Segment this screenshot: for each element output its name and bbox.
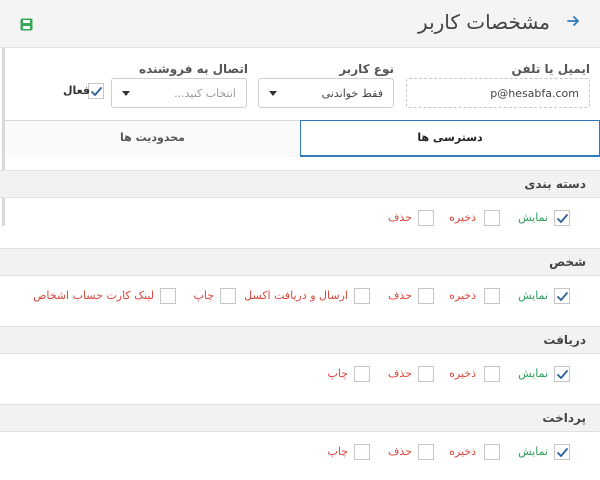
- permission-label: چاپ: [327, 367, 348, 380]
- active-label: فعال: [63, 84, 91, 97]
- permission-label: ذخیره: [449, 445, 476, 458]
- receipt-save-checkbox[interactable]: [484, 366, 500, 382]
- arrow-right-icon[interactable]: [564, 14, 582, 32]
- section-title: دریافت: [543, 333, 586, 347]
- permission-label: چاپ: [193, 289, 214, 302]
- email-field[interactable]: p@hesabfa.com: [406, 78, 590, 108]
- payment-save-checkbox[interactable]: [484, 444, 500, 460]
- receipt-view-checkbox[interactable]: [554, 366, 570, 382]
- check-icon: [91, 87, 102, 96]
- permission-label: حذف: [388, 367, 412, 380]
- permission-label: حذف: [388, 211, 412, 224]
- permission-label: ذخیره: [449, 367, 476, 380]
- permission-label: ارسال و دریافت اکسل: [244, 289, 348, 302]
- page-title: مشخصات کاربر: [418, 10, 550, 34]
- active-checkbox[interactable]: [88, 83, 104, 99]
- chevron-down-icon: [269, 91, 277, 96]
- email-label: ایمیل یا تلفن: [511, 62, 590, 76]
- receipt-print-checkbox[interactable]: [354, 366, 370, 382]
- page-header: مشخصات کاربر: [0, 0, 600, 48]
- permission-label: نمایش: [518, 289, 548, 302]
- category-delete-checkbox[interactable]: [418, 210, 434, 226]
- check-icon: [557, 214, 568, 223]
- person-view-checkbox[interactable]: [554, 288, 570, 304]
- tab-access[interactable]: دسترسی ها: [300, 120, 600, 157]
- payment-print-checkbox[interactable]: [354, 444, 370, 460]
- person-card-link-checkbox[interactable]: [160, 288, 176, 304]
- section-header-category: دسته بندی: [0, 170, 600, 198]
- permission-label: نمایش: [518, 367, 548, 380]
- section-title: شخص: [549, 255, 586, 269]
- check-icon: [557, 448, 568, 457]
- payment-view-checkbox[interactable]: [554, 444, 570, 460]
- permission-label: نمایش: [518, 211, 548, 224]
- tab-bar: دسترسی ها محدودیت ها: [5, 120, 600, 157]
- permission-label: نمایش: [518, 445, 548, 458]
- category-save-checkbox[interactable]: [484, 210, 500, 226]
- section-header-person: شخص: [0, 248, 600, 276]
- section-title: دسته بندی: [524, 177, 586, 191]
- user-type-select[interactable]: فقط خواندنی: [258, 78, 394, 108]
- payment-delete-checkbox[interactable]: [418, 444, 434, 460]
- seller-select[interactable]: انتخاب کنید...: [111, 78, 247, 108]
- section-header-receipt: دریافت: [0, 326, 600, 354]
- seller-placeholder: انتخاب کنید...: [174, 87, 236, 100]
- user-type-value: فقط خواندنی: [321, 87, 383, 100]
- permission-label: ذخیره: [449, 289, 476, 302]
- permission-label: حذف: [388, 289, 412, 302]
- check-icon: [557, 292, 568, 301]
- section-title: پرداخت: [542, 411, 586, 425]
- permission-label: حذف: [388, 445, 412, 458]
- permission-label: چاپ: [327, 445, 348, 458]
- permission-label: لینک کارت حساب اشخاص: [33, 289, 154, 302]
- tab-limits[interactable]: محدودیت ها: [5, 121, 300, 157]
- person-save-checkbox[interactable]: [484, 288, 500, 304]
- section-header-payment: پرداخت: [0, 404, 600, 432]
- person-print-checkbox[interactable]: [220, 288, 236, 304]
- permission-label: ذخیره: [449, 211, 476, 224]
- receipt-delete-checkbox[interactable]: [418, 366, 434, 382]
- chevron-down-icon: [122, 91, 130, 96]
- person-delete-checkbox[interactable]: [418, 288, 434, 304]
- category-view-checkbox[interactable]: [554, 210, 570, 226]
- user-type-label: نوع کاربر: [339, 62, 394, 76]
- save-icon[interactable]: [20, 16, 33, 31]
- person-excel-checkbox[interactable]: [354, 288, 370, 304]
- email-value: p@hesabfa.com: [490, 87, 579, 100]
- seller-label: اتصال به فروشنده: [139, 62, 248, 76]
- check-icon: [557, 370, 568, 379]
